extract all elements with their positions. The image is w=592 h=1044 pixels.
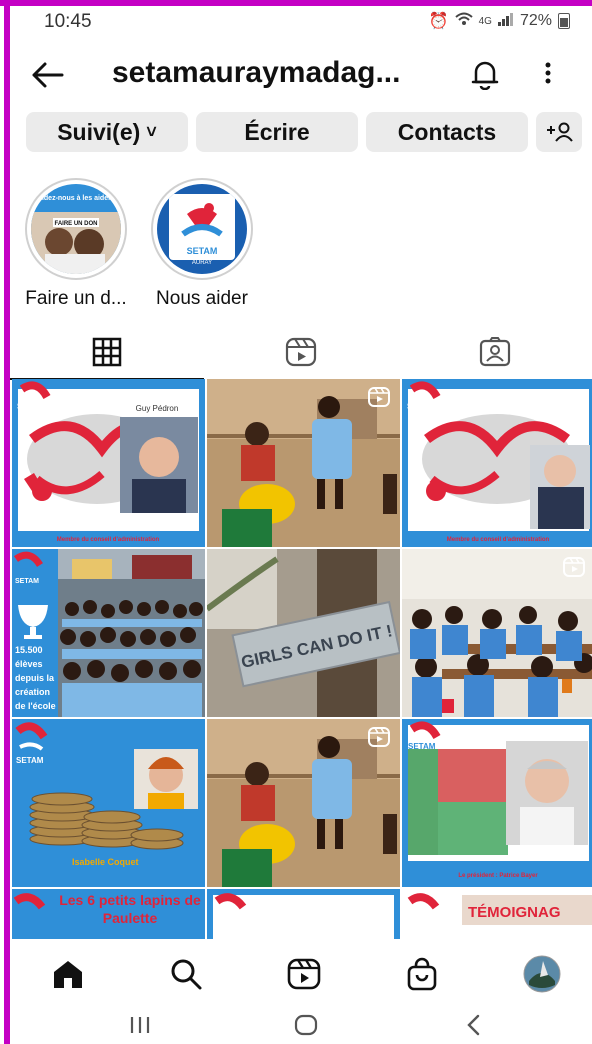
- profile-tabs: [10, 324, 592, 380]
- post-tile[interactable]: [207, 889, 400, 939]
- battery-percent: 72%: [519, 12, 552, 29]
- post-tile[interactable]: SETAM Isabelle Coquet: [12, 719, 205, 887]
- tab-reels[interactable]: [204, 324, 398, 380]
- post-brand: SETAM: [15, 578, 39, 585]
- bell-icon[interactable]: [470, 58, 502, 92]
- alarm-icon: ⏰: [428, 13, 449, 30]
- reel-badge-icon: [368, 727, 390, 752]
- post-tile[interactable]: GIRLS CAN DO IT !: [207, 549, 400, 717]
- post-stat-line: depuis la: [15, 673, 55, 683]
- tab-grid[interactable]: [10, 324, 204, 380]
- post-stat-line: élèves: [15, 659, 43, 669]
- profile-username: setamauraymadag...: [112, 56, 401, 89]
- following-button[interactable]: Suivi(e) ˅: [26, 112, 188, 152]
- chevron-down-icon: ˅: [146, 121, 157, 142]
- post-stat-line: 15.500: [15, 645, 43, 655]
- highlight-thumb-help: SETAM AURAY: [157, 184, 247, 274]
- post-tile[interactable]: [207, 719, 400, 887]
- reel-badge-icon: [368, 387, 390, 412]
- post-banner-text: Les 6 petits lapins de Paulette: [59, 892, 201, 926]
- story-highlights: Aidez-nous à les aider ! FAIRE UN DON Fa…: [10, 178, 592, 309]
- posts-grid: SETAM Guy Pédron Membre du conseil d'adm…: [12, 379, 592, 939]
- network-type: 4G: [478, 15, 492, 27]
- post-tile[interactable]: [207, 379, 400, 547]
- highlight-donate[interactable]: Aidez-nous à les aider ! FAIRE UN DON Fa…: [6, 178, 146, 310]
- signal-icon: [497, 12, 514, 31]
- post-tile[interactable]: [402, 549, 592, 717]
- post-name: Isabelle Coquet: [72, 857, 139, 867]
- post-brand: SETAM: [16, 756, 44, 765]
- reel-badge-icon: [563, 557, 585, 582]
- post-tile[interactable]: SETAM Le président : Patrice Bayer: [402, 719, 592, 887]
- contacts-button[interactable]: Contacts: [366, 112, 528, 152]
- highlight-thumb-text: SETAM: [187, 246, 218, 256]
- home-button-icon[interactable]: [286, 1010, 326, 1040]
- post-caption: Membre du conseil d'administration: [57, 537, 160, 543]
- status-time: 10:45: [44, 11, 92, 32]
- arrow-left-icon[interactable]: [30, 58, 70, 92]
- search-icon[interactable]: [162, 952, 210, 996]
- post-tile[interactable]: SETAM Guy Pédron Membre du conseil d'adm…: [12, 379, 205, 547]
- highlight-help[interactable]: SETAM AURAY Nous aider: [132, 178, 272, 310]
- status-bar: 10:45 ⏰ 4G 72%: [10, 6, 592, 36]
- tab-tagged[interactable]: [398, 324, 592, 380]
- post-tile[interactable]: Les 6 petits lapins de Paulette: [12, 889, 205, 939]
- post-caption: Membre du conseil d'administration: [447, 537, 550, 543]
- profile-avatar[interactable]: [518, 952, 566, 996]
- highlight-thumb-subtext: AURAY: [192, 260, 212, 266]
- post-banner-text: TÉMOIGNAG: [468, 904, 561, 921]
- profile-header: setamauraymadag...: [10, 50, 592, 100]
- app-screen: 10:45 ⏰ 4G 72% setamauraymadag... Suivi(…: [10, 6, 592, 1044]
- system-navigation: [10, 1004, 592, 1044]
- highlight-label: Faire un d...: [25, 288, 127, 309]
- contacts-label: Contacts: [397, 118, 497, 145]
- shop-icon[interactable]: [398, 952, 446, 996]
- message-button[interactable]: Écrire: [196, 112, 358, 152]
- wifi-icon: [454, 12, 473, 31]
- more-vertical-icon[interactable]: [542, 58, 566, 92]
- add-user-icon: [547, 122, 573, 142]
- tagged-icon: [479, 337, 511, 367]
- post-caption: Le président : Patrice Bayer: [458, 873, 538, 879]
- post-brand: SETAM: [17, 402, 45, 411]
- highlight-ring: SETAM AURAY: [151, 178, 253, 280]
- reels-icon: [285, 337, 317, 367]
- add-user-button[interactable]: [536, 112, 582, 152]
- reels-icon[interactable]: [280, 952, 328, 996]
- highlight-thumb-donate: Aidez-nous à les aider ! FAIRE UN DON: [31, 184, 121, 274]
- status-icons: ⏰ 4G 72%: [429, 11, 570, 31]
- profile-actions: Suivi(e) ˅ Écrire Contacts: [26, 112, 586, 152]
- post-tile[interactable]: SETAM 15.500 élèves depuis la création d…: [12, 549, 205, 717]
- bottom-navigation: [10, 946, 592, 1002]
- post-brand: SETAM: [407, 402, 435, 411]
- highlight-thumb-subtext: FAIRE UN DON: [54, 221, 97, 227]
- highlight-label: Nous aider: [156, 288, 248, 309]
- home-icon[interactable]: [44, 952, 92, 996]
- highlight-ring: Aidez-nous à les aider ! FAIRE UN DON: [25, 178, 127, 280]
- post-tile[interactable]: TÉMOIGNAG: [402, 889, 592, 939]
- recent-apps-icon[interactable]: [120, 1010, 160, 1040]
- post-name: Guy Pédron: [136, 404, 179, 413]
- back-button-icon[interactable]: [454, 1010, 494, 1040]
- grid-icon: [92, 337, 122, 367]
- following-label: Suivi(e): [57, 118, 141, 145]
- battery-icon: [558, 13, 570, 29]
- post-brand: SETAM: [408, 742, 436, 751]
- post-stat-line: de l'école: [15, 701, 56, 711]
- highlight-thumb-text: Aidez-nous à les aider !: [37, 195, 115, 202]
- post-tile[interactable]: SETAM Membre du conseil d'administration: [402, 379, 592, 547]
- message-label: Écrire: [244, 118, 310, 145]
- post-stat-line: création: [15, 687, 50, 697]
